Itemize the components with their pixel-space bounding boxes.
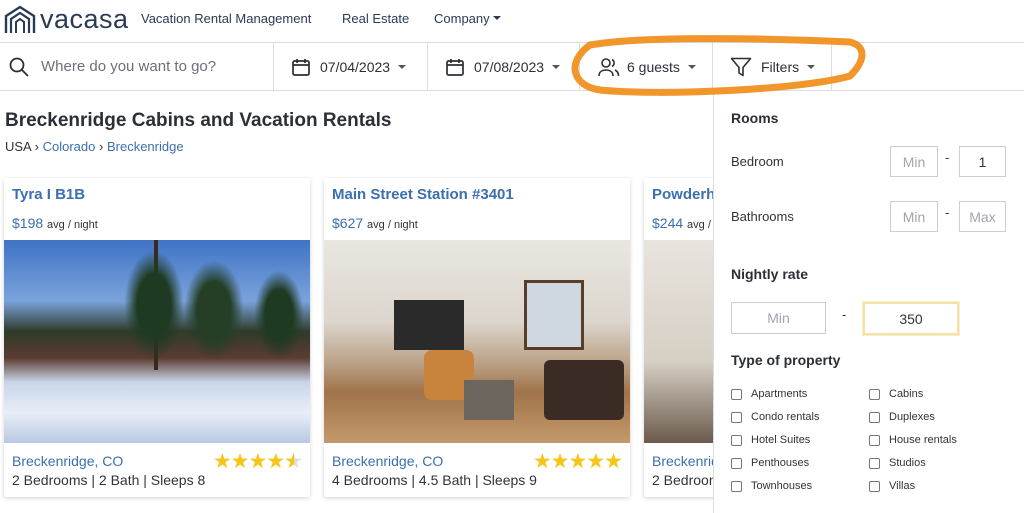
nav-company-label: Company [434,11,490,26]
caret-down-icon [687,64,696,69]
checkbox-icon [869,388,880,400]
breadcrumb-breckenridge[interactable]: Breckenridge [107,139,184,154]
checkbox-icon [731,434,742,446]
checkbox-icon [869,411,880,423]
rooms-heading: Rooms [731,110,779,126]
listing-price: $627 avg / night [332,215,418,231]
listing-title[interactable]: Tyra I B1B [12,186,85,203]
property-type-heading: Type of property [731,352,841,368]
bedroom-max-input[interactable]: 1 [959,146,1006,177]
listing-location: Breckenridge, CO [332,453,444,469]
rate-max-input[interactable]: 350 [863,302,959,335]
guests-value: 6 guests [627,58,680,75]
nav-real-estate[interactable]: Real Estate [342,11,409,26]
property-type-checkbox[interactable]: Studios [869,457,926,469]
property-type-checkbox[interactable]: Hotel Suites [731,434,810,446]
listing-photo[interactable] [4,240,310,443]
checkbox-icon [869,480,880,492]
property-type-label: Hotel Suites [751,434,811,446]
listing-card[interactable]: Tyra I B1B $198 avg / night Breckenridge… [4,178,310,497]
logo-text: vacasa [40,4,129,34]
property-type-checkbox[interactable]: Townhouses [731,480,812,492]
price-unit: avg / night [47,219,98,231]
property-type-checkbox[interactable]: Condo rentals [731,411,820,423]
listing-location: Breckenridge, CO [12,453,124,469]
nav-company[interactable]: Company [434,11,501,26]
property-type-label: Villas [889,480,916,492]
star-rating: ★★★★★ [532,450,623,473]
property-type-label: Duplexes [889,411,935,423]
calendar-icon [446,58,464,76]
caret-down-icon [398,64,407,69]
guests-dropdown[interactable]: 6 guests [580,43,713,90]
property-type-checkbox[interactable]: Cabins [869,388,923,400]
checkbox-icon [731,480,742,492]
property-type-checkbox[interactable]: Duplexes [869,411,935,423]
property-type-checkbox[interactable]: House rentals [869,434,957,446]
bathrooms-max-input[interactable]: Max [959,201,1006,232]
listing-details: 4 Bedrooms | 4.5 Bath | Sleeps 9 [332,472,537,488]
filter-funnel-icon [730,57,752,76]
filters-label: Filters [761,58,800,75]
listing-price: $198 avg / night [12,215,98,231]
caret-down-icon [492,16,501,20]
nightly-rate-heading: Nightly rate [731,266,809,282]
range-dash: - [945,150,950,165]
search-placeholder: Where do you want to go? [41,58,217,75]
search-bar: Where do you want to go? 07/04/2023 07/0… [0,42,1024,91]
listing-photo[interactable] [324,240,630,443]
price-value: $627 [332,215,364,231]
breadcrumb-separator: › [99,139,104,154]
house-logo-icon [4,5,36,33]
price-unit: avg / night [367,219,418,231]
page-title: Breckenridge Cabins and Vacation Rentals [5,110,392,131]
property-type-label: Apartments [751,388,808,400]
property-type-label: House rentals [889,434,957,446]
checkout-date: 07/08/2023 [474,58,545,75]
filters-panel: Rooms Bedroom Min - 1 Bathrooms Min - Ma… [713,91,1024,513]
checkbox-icon [869,434,880,446]
property-type-label: Townhouses [751,480,813,492]
range-dash: - [945,205,950,220]
filters-button[interactable]: Filters [713,43,832,90]
checkbox-icon [731,457,742,469]
checkbox-icon [731,388,742,400]
calendar-icon [292,58,310,76]
breadcrumb-colorado[interactable]: Colorado [43,139,96,154]
property-type-label: Penthouses [751,457,810,469]
listing-details: 2 Bedrooms | 2 Bath | Sleeps 8 [12,472,206,488]
bedroom-min-input[interactable]: Min [890,146,938,177]
bathrooms-min-input[interactable]: Min [890,201,938,232]
users-icon [598,57,620,76]
caret-down-icon [552,64,561,69]
range-dash: - [842,307,847,322]
bathrooms-label: Bathrooms [731,209,794,224]
property-type-label: Condo rentals [751,411,820,423]
location-search-input[interactable]: Where do you want to go? [0,43,274,90]
property-type-label: Studios [889,457,926,469]
price-value: $244 [652,215,684,231]
checkin-date-picker[interactable]: 07/04/2023 [274,43,428,90]
breadcrumb-usa: USA [5,139,32,154]
checkbox-icon [869,457,880,469]
property-type-checkbox[interactable]: Penthouses [731,457,809,469]
checkin-date: 07/04/2023 [320,58,391,75]
price-value: $198 [12,215,44,231]
checkbox-icon [731,411,742,423]
breadcrumb: USA › Colorado › Breckenridge [5,139,184,154]
rate-min-input[interactable]: Min [731,302,826,334]
property-type-checkbox[interactable]: Villas [869,480,915,492]
breadcrumb-separator: › [34,139,39,154]
bedroom-label: Bedroom [731,154,784,169]
nav-vacation-rental-management[interactable]: Vacation Rental Management [141,11,311,26]
listing-card[interactable]: Main Street Station #3401 $627 avg / nig… [324,178,630,497]
property-type-checkbox[interactable]: Apartments [731,388,807,400]
caret-down-icon [807,64,816,69]
listing-title[interactable]: Main Street Station #3401 [332,186,514,203]
checkout-date-picker[interactable]: 07/08/2023 [428,43,580,90]
property-type-label: Cabins [889,388,924,400]
star-rating: ★★★★★ [212,450,303,473]
search-icon [9,57,29,77]
